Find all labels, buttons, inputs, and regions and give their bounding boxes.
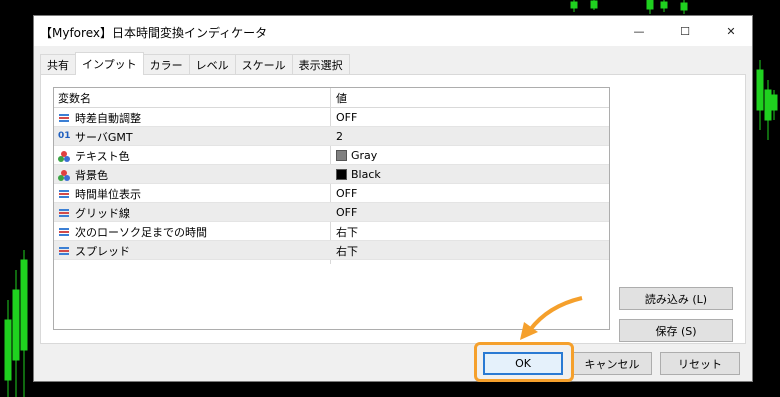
- tab-inputs[interactable]: インプット: [75, 52, 144, 75]
